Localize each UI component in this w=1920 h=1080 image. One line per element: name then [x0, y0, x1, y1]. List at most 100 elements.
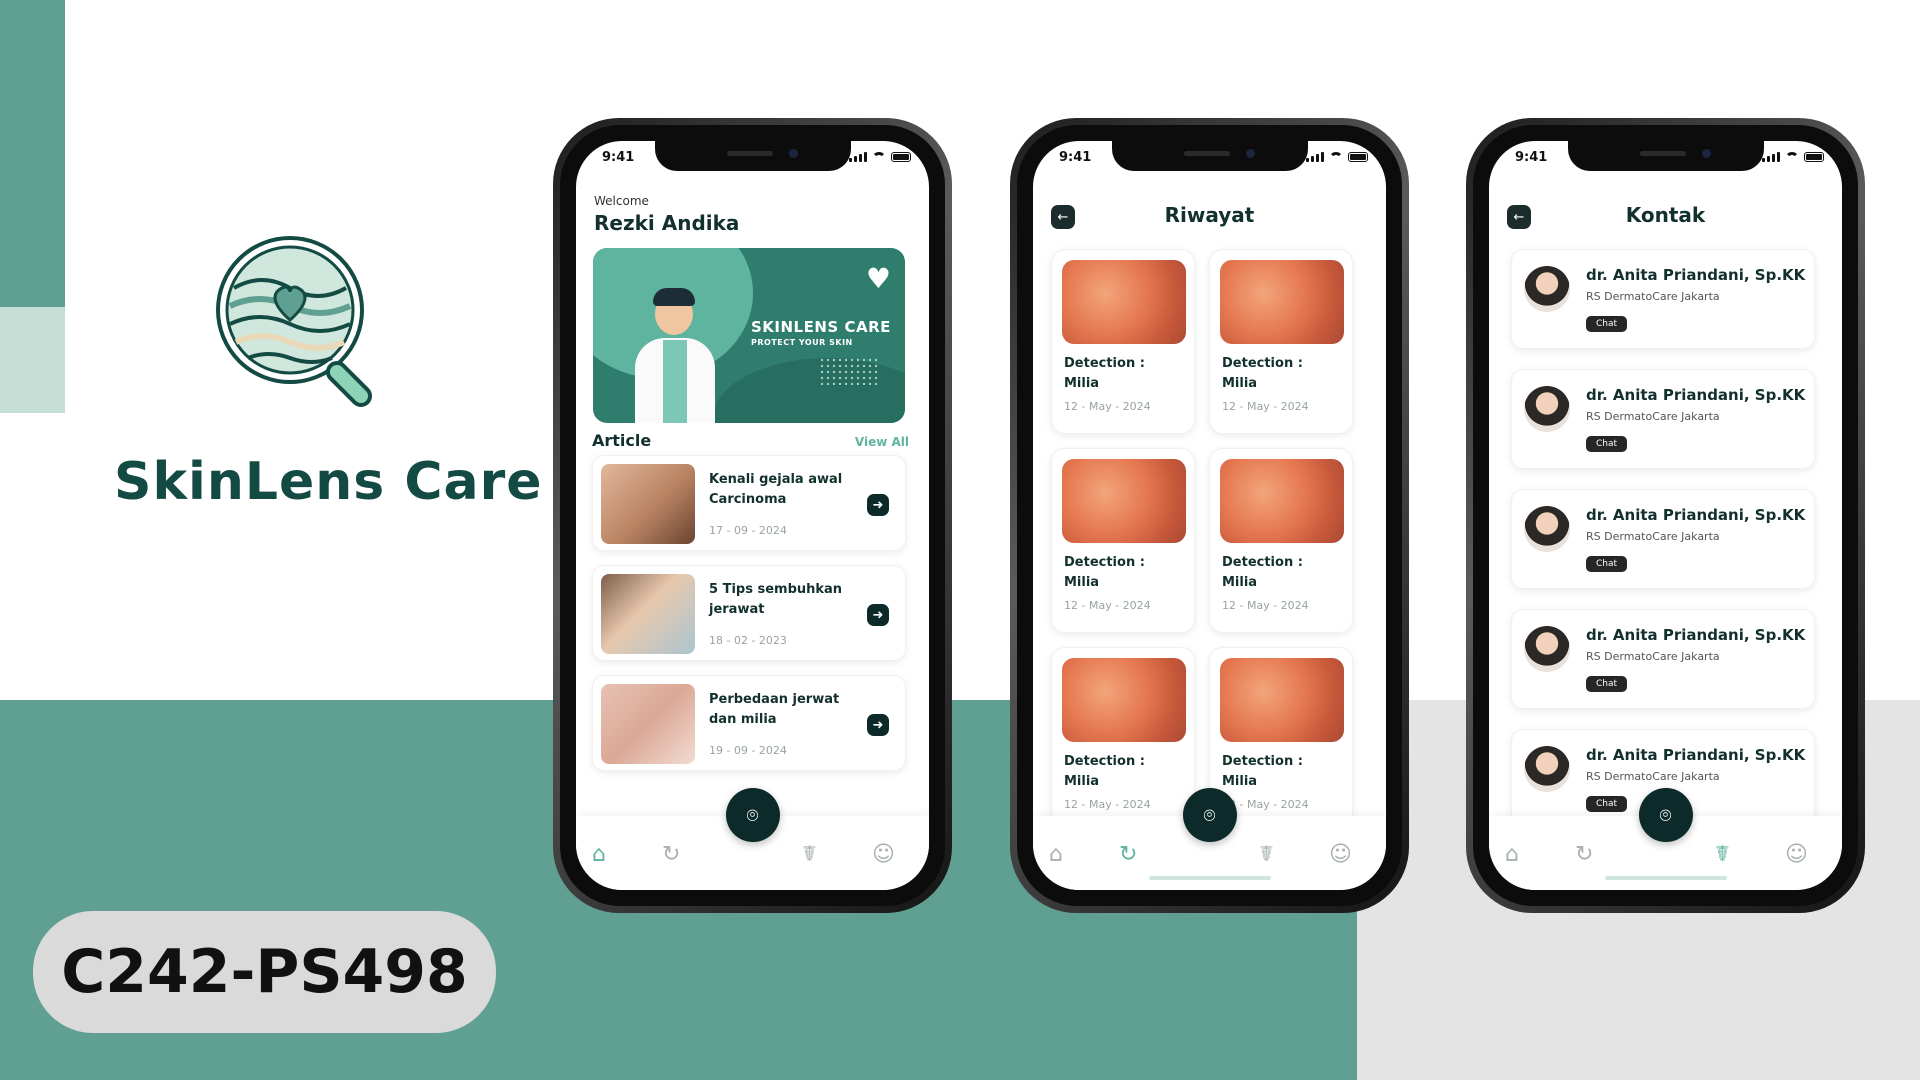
battery-icon	[1348, 152, 1368, 162]
history-screen: 9:41 ← Riwayat Detection : Milia 12 - May…	[1033, 141, 1386, 890]
wifi-icon	[872, 152, 886, 162]
doctor-name: dr. Anita Priandani, Sp.KK	[1586, 626, 1806, 644]
hospital-name: RS DermatoCare Jakarta	[1586, 770, 1720, 783]
phone-history: 9:41 ← Riwayat Detection : Milia 12 - May…	[1010, 118, 1409, 913]
battery-icon	[1804, 152, 1824, 162]
article-section-title: Article	[592, 431, 652, 450]
wifi-icon	[1785, 152, 1799, 162]
contact-card[interactable]: dr. Anita Priandani, Sp.KK RS DermatoCar…	[1511, 249, 1815, 349]
profile-icon[interactable]: ☺	[1785, 842, 1808, 867]
article-date: 17 - 09 - 2024	[709, 524, 787, 537]
project-code-badge: C242-PS498	[33, 911, 496, 1033]
detection-value: Milia	[1222, 575, 1258, 590]
home-icon[interactable]: ⌂	[592, 842, 606, 867]
history-icon[interactable]: ↻	[662, 842, 680, 867]
arrow-right-icon[interactable]: ➜	[867, 494, 889, 516]
battery-icon	[891, 152, 911, 162]
home-icon[interactable]: ⌂	[1049, 842, 1063, 867]
signal-icon	[849, 152, 867, 162]
chat-button[interactable]: Chat	[1586, 556, 1628, 572]
detection-label: Detection :	[1222, 356, 1303, 371]
doctor-name: dr. Anita Priandani, Sp.KK	[1586, 386, 1806, 404]
home-screen: 9:41 Welcome Rezki Andika ♥ SKINLENS CAR…	[576, 141, 929, 890]
arrow-right-icon[interactable]: ➜	[867, 714, 889, 736]
profile-icon[interactable]: ☺	[1329, 842, 1352, 867]
promo-banner[interactable]: ♥ SKINLENS CARE PROTECT YOUR SKIN	[593, 248, 905, 423]
status-icons	[1306, 152, 1368, 162]
history-card[interactable]: Detection : Milia 12 - May - 2024	[1051, 448, 1195, 633]
article-card[interactable]: Perbedaan jerwat dan milia 19 - 09 - 202…	[592, 675, 906, 771]
history-icon[interactable]: ↻	[1119, 842, 1137, 867]
scan-icon[interactable]: ⌾	[725, 788, 780, 842]
detection-value: Milia	[1222, 376, 1258, 391]
banner-title: SKINLENS CARE	[751, 318, 891, 336]
scan-icon[interactable]: ⌾	[1182, 788, 1237, 842]
article-card[interactable]: Kenali gejala awal Carcinoma 17 - 09 - 2…	[592, 455, 906, 551]
detection-date: 12 - May - 2024	[1064, 599, 1151, 612]
detection-label: Detection :	[1222, 754, 1303, 769]
banner-subtitle: PROTECT YOUR SKIN	[751, 338, 853, 347]
phone-contacts: 9:41 ← Kontak dr. Anita Priandani, Sp.KK…	[1466, 118, 1865, 913]
arrow-right-icon[interactable]: ➜	[867, 604, 889, 626]
skin-image	[1220, 459, 1344, 543]
status-icons	[1762, 152, 1824, 162]
avatar	[1524, 506, 1570, 552]
signal-icon	[1306, 152, 1324, 162]
detection-value: Milia	[1222, 774, 1258, 789]
detection-value: Milia	[1064, 376, 1100, 391]
chat-button[interactable]: Chat	[1586, 436, 1628, 452]
skin-image	[1062, 260, 1186, 344]
article-thumbnail	[601, 464, 695, 544]
history-card[interactable]: Detection : Milia 12 - May - 2024	[1051, 647, 1195, 832]
stethoscope-icon[interactable]: ☤	[1715, 842, 1730, 867]
status-time: 9:41	[1515, 150, 1548, 165]
chat-button[interactable]: Chat	[1586, 676, 1628, 692]
history-card[interactable]: Detection : Milia 12 - May - 2024	[1209, 448, 1353, 633]
accent-block-top	[0, 0, 65, 307]
article-title: 5 Tips sembuhkan jerawat	[709, 582, 843, 617]
detection-label: Detection :	[1064, 555, 1145, 570]
stethoscope-icon[interactable]: ☤	[1259, 842, 1274, 867]
profile-icon[interactable]: ☺	[872, 842, 895, 867]
detection-value: Milia	[1064, 774, 1100, 789]
detection-date: 12 - May - 2024	[1064, 400, 1151, 413]
detection-date: 12 - May - 2024	[1064, 798, 1151, 811]
chat-button[interactable]: Chat	[1586, 796, 1628, 812]
avatar	[1524, 266, 1570, 312]
hospital-name: RS DermatoCare Jakarta	[1586, 530, 1720, 543]
stethoscope-icon[interactable]: ☤	[802, 842, 817, 867]
history-card[interactable]: Detection : Milia 12 - May - 2024	[1051, 249, 1195, 434]
detection-label: Detection :	[1064, 754, 1145, 769]
user-name: Rezki Andika	[594, 211, 740, 235]
contact-card[interactable]: dr. Anita Priandani, Sp.KK RS DermatoCar…	[1511, 369, 1815, 469]
hospital-name: RS DermatoCare Jakarta	[1586, 290, 1720, 303]
status-time: 9:41	[1059, 150, 1092, 165]
chat-button[interactable]: Chat	[1586, 316, 1628, 332]
skin-image	[1220, 658, 1344, 742]
view-all-link[interactable]: View All	[855, 435, 909, 449]
detection-date: 12 - May - 2024	[1222, 599, 1309, 612]
avatar	[1524, 746, 1570, 792]
phone-home: 9:41 Welcome Rezki Andika ♥ SKINLENS CAR…	[553, 118, 952, 913]
avatar	[1524, 626, 1570, 672]
article-card[interactable]: 5 Tips sembuhkan jerawat 18 - 02 - 2023 …	[592, 565, 906, 661]
avatar	[1524, 386, 1570, 432]
hospital-name: RS DermatoCare Jakarta	[1586, 650, 1720, 663]
article-title: Kenali gejala awal Carcinoma	[709, 472, 843, 507]
history-card[interactable]: Detection : Milia 12 - May - 2024	[1209, 249, 1353, 434]
accent-block-mid	[0, 307, 65, 413]
contacts-screen: 9:41 ← Kontak dr. Anita Priandani, Sp.KK…	[1489, 141, 1842, 890]
brand-name: SkinLens Care	[114, 452, 543, 512]
doctor-name: dr. Anita Priandani, Sp.KK	[1586, 746, 1806, 764]
home-icon[interactable]: ⌂	[1505, 842, 1519, 867]
contact-card[interactable]: dr. Anita Priandani, Sp.KK RS DermatoCar…	[1511, 489, 1815, 589]
skin-image	[1062, 658, 1186, 742]
article-date: 19 - 09 - 2024	[709, 744, 787, 757]
history-icon[interactable]: ↻	[1575, 842, 1593, 867]
home-indicator	[1604, 876, 1727, 880]
skin-image	[1220, 260, 1344, 344]
hospital-name: RS DermatoCare Jakarta	[1586, 410, 1720, 423]
detection-label: Detection :	[1064, 356, 1145, 371]
scan-icon[interactable]: ⌾	[1638, 788, 1693, 842]
contact-card[interactable]: dr. Anita Priandani, Sp.KK RS DermatoCar…	[1511, 609, 1815, 709]
